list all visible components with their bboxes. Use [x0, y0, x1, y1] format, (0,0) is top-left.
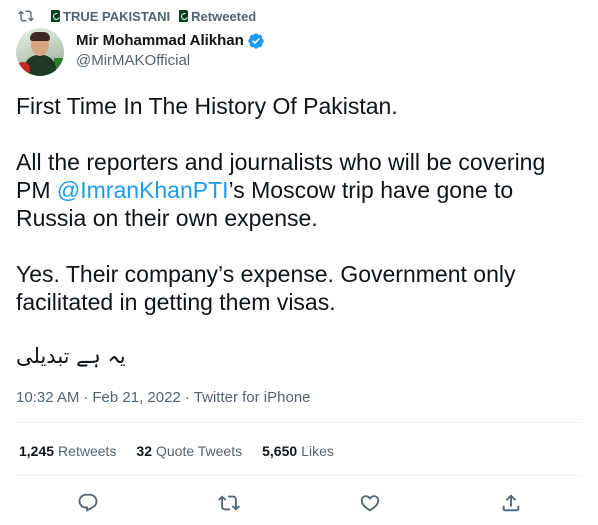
tweet-paragraph: Yes. Their company’s expense. Government…	[16, 261, 516, 315]
tweet-metadata: 10:32 AM · Feb 21, 2022 · Twitter for iP…	[16, 389, 311, 406]
separator: ·	[184, 389, 190, 406]
author-handle[interactable]: @MirMAKOfficial	[76, 51, 265, 71]
retweet-icon	[18, 8, 34, 24]
reply-icon	[77, 492, 99, 514]
tweet-date[interactable]: Feb 21, 2022	[92, 389, 180, 406]
retweet-icon	[218, 492, 240, 514]
share-icon	[500, 492, 522, 514]
tweet-stats: 1,245 Retweets 32 Quote Tweets 5,650 Likes	[19, 443, 354, 459]
retweet-button[interactable]	[217, 491, 241, 515]
divider	[16, 422, 582, 423]
quote-tweets-count: 32	[136, 443, 152, 459]
likes-label: Likes	[301, 443, 334, 459]
likes-count: 5,650	[262, 443, 298, 459]
retweeter-name[interactable]: TRUE PAKISTANI	[63, 9, 170, 24]
tweet-paragraph: First Time In The History Of Pakistan.	[16, 93, 398, 119]
tweet-author: Mir Mohammad Alikhan @MirMAKOfficial	[16, 28, 265, 76]
likes-stat[interactable]: 5,650 Likes	[262, 443, 334, 459]
retweet-context-bar: TRUE PAKISTANI Retweeted	[18, 8, 256, 24]
author-display-name-row[interactable]: Mir Mohammad Alikhan	[76, 31, 265, 51]
quote-tweets-label: Quote Tweets	[155, 443, 243, 459]
retweeted-label: Retweeted	[191, 8, 257, 24]
author-names: Mir Mohammad Alikhan @MirMAKOfficial	[76, 31, 265, 71]
retweets-count: 1,245	[19, 443, 55, 459]
retweets-label: Retweets	[58, 443, 117, 459]
divider	[16, 475, 582, 476]
pakistan-flag-icon	[48, 10, 60, 22]
share-button[interactable]	[499, 491, 523, 515]
separator: ·	[83, 389, 89, 406]
like-icon	[359, 492, 381, 514]
verified-badge-icon	[247, 32, 265, 50]
tweet-actions	[0, 488, 598, 518]
tweet-time[interactable]: 10:32 AM	[16, 389, 79, 406]
tweet-source: Twitter for iPhone	[193, 389, 311, 406]
retweets-stat[interactable]: 1,245 Retweets	[19, 443, 116, 459]
tweet-paragraph-urdu: یہ ہے تبدیلی	[16, 344, 126, 368]
avatar[interactable]	[16, 28, 64, 76]
mention-link[interactable]: @ImranKhanPTI	[57, 177, 229, 203]
like-button[interactable]	[358, 491, 382, 515]
reply-button[interactable]	[76, 491, 100, 515]
pakistan-flag-icon	[176, 10, 189, 22]
quote-tweets-stat[interactable]: 32 Quote Tweets	[136, 443, 242, 459]
author-display-name[interactable]: Mir Mohammad Alikhan	[76, 31, 244, 51]
tweet-paragraph: All the reporters and journalists who wi…	[16, 148, 586, 232]
